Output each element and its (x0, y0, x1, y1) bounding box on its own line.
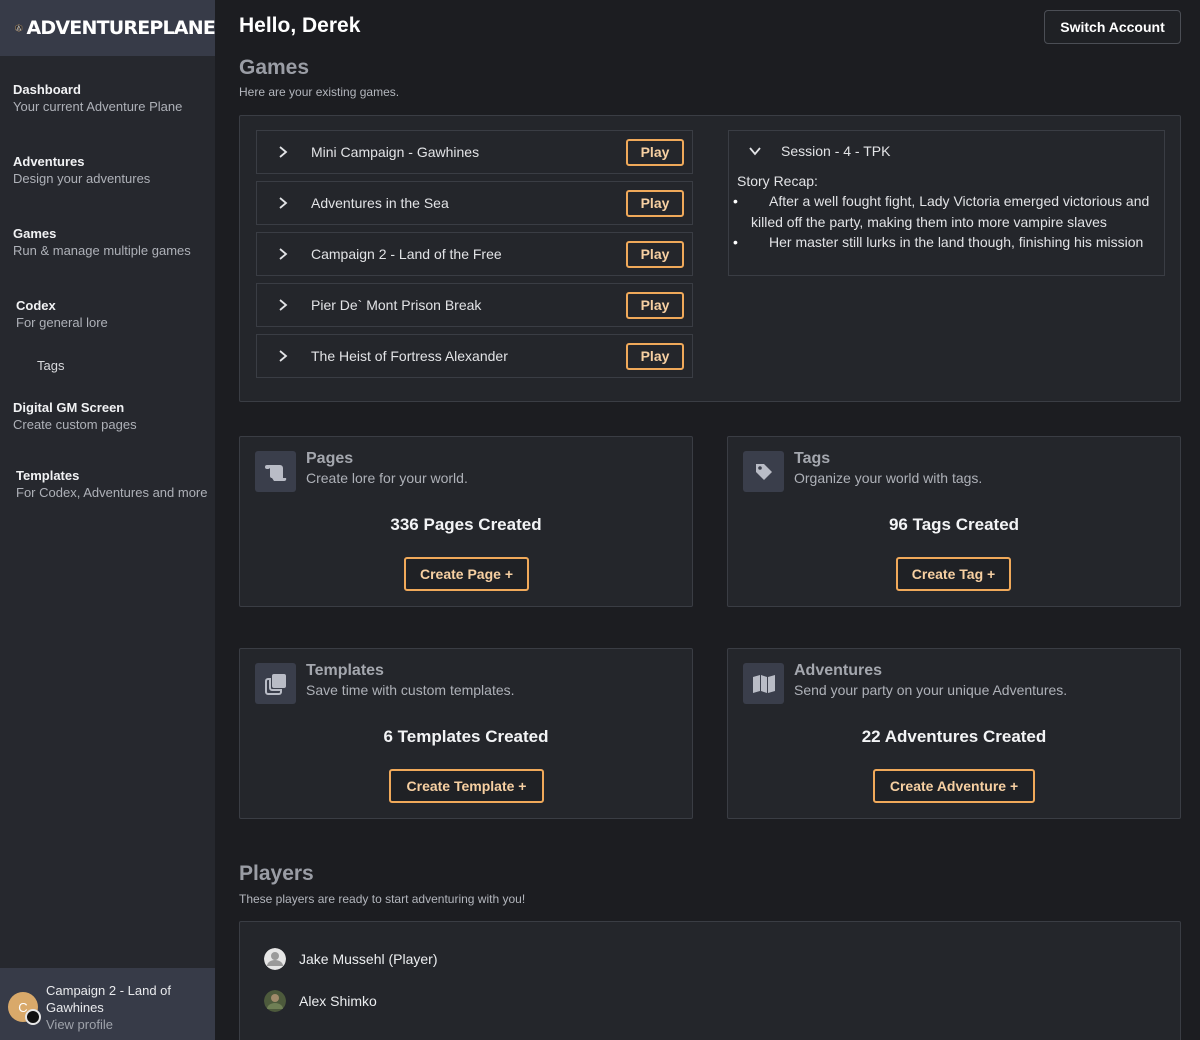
sidebar-item-subtitle: Run & manage multiple games (13, 243, 191, 258)
app-root: ADVENTUREPLANE Dashboard Your current Ad… (0, 0, 1200, 1040)
user-avatar-icon (264, 948, 286, 970)
player-item[interactable]: Jake Mussehl (Player) (264, 948, 438, 970)
player-item[interactable]: Alex Shimko (264, 990, 377, 1012)
sidebar-item-title: Adventures (13, 154, 85, 169)
avatar: C (8, 992, 41, 1025)
sidebar-item-dashboard[interactable]: Dashboard Your current Adventure Plane (13, 81, 209, 115)
card-subtitle: Send your party on your unique Adventure… (794, 682, 1068, 698)
player-name: Jake Mussehl (Player) (299, 951, 438, 967)
card-subtitle: Organize your world with tags. (794, 470, 983, 486)
scroll-icon (255, 451, 296, 492)
sidebar-item-subtitle: For general lore (16, 315, 108, 330)
tags-card: Tags Organize your world with tags. 96 T… (727, 436, 1181, 607)
session-title: Session - 4 - TPK (781, 143, 891, 159)
session-recap: Session - 4 - TPK Story Recap: After a w… (728, 130, 1165, 276)
create-tag-button[interactable]: Create Tag + (896, 557, 1011, 591)
map-icon (743, 663, 784, 704)
current-game-name: Campaign 2 - Land of Gawhines (46, 983, 172, 1015)
recap-label: Story Recap: (737, 173, 818, 189)
sidebar-item-title: Games (13, 226, 57, 241)
sidebar-item-tags[interactable]: Tags (37, 357, 209, 374)
brand-name: ADVENTUREPLANE (26, 17, 216, 39)
session-header[interactable]: Session - 4 - TPK (729, 131, 1164, 171)
status-badge-icon (25, 1009, 41, 1025)
card-count: 6 Templates Created (383, 727, 549, 746)
main-content: Hello, Derek Switch Account Games Here a… (215, 0, 1200, 1040)
sidebar-item-title: Tags (37, 358, 65, 373)
switch-account-button[interactable]: Switch Account (1044, 10, 1181, 44)
game-name: Mini Campaign - Gawhines (311, 144, 480, 160)
game-row[interactable]: Campaign 2 - Land of the Free Play (256, 232, 693, 276)
play-button[interactable]: Play (626, 240, 684, 268)
chevron-right-icon[interactable] (277, 197, 289, 209)
game-name: Adventures in the Sea (311, 195, 449, 211)
game-row[interactable]: Pier De` Mont Prison Break Play (256, 283, 693, 327)
chevron-right-icon[interactable] (277, 299, 289, 311)
sidebar-item-title: Codex (16, 298, 56, 313)
play-button[interactable]: Play (626, 291, 684, 319)
game-name: The Heist of Fortress Alexander (311, 348, 508, 364)
chevron-down-icon[interactable] (749, 145, 761, 157)
game-row[interactable]: The Heist of Fortress Alexander Play (256, 334, 693, 378)
card-title: Pages (306, 450, 354, 467)
brand-mark-icon (15, 24, 23, 32)
sidebar-item-subtitle: Create custom pages (13, 417, 137, 432)
sidebar-item-title: Dashboard (13, 82, 81, 97)
games-section-subtitle: Here are your existing games. (239, 85, 400, 99)
sidebar-item-title: Templates (16, 468, 80, 483)
sidebar-item-gm-screen[interactable]: Digital GM Screen Create custom pages (13, 399, 209, 433)
chevron-right-icon[interactable] (277, 248, 289, 260)
recap-bullet: After a well fought fight, Lady Victoria… (733, 191, 1164, 232)
game-name: Pier De` Mont Prison Break (311, 297, 482, 313)
players-section-subtitle: These players are ready to start adventu… (239, 892, 526, 906)
templates-card: Templates Save time with custom template… (239, 648, 693, 819)
play-button[interactable]: Play (626, 342, 684, 370)
play-button[interactable]: Play (626, 138, 684, 166)
chevron-right-icon[interactable] (277, 350, 289, 362)
play-button[interactable]: Play (626, 189, 684, 217)
create-adventure-button[interactable]: Create Adventure + (873, 769, 1035, 803)
create-page-button[interactable]: Create Page + (404, 557, 529, 591)
card-title: Tags (794, 450, 831, 467)
profile-footer-text: Campaign 2 - Land of Gawhines View profi… (46, 982, 207, 1033)
sidebar-item-subtitle: Your current Adventure Plane (13, 99, 183, 114)
sidebar-item-title: Digital GM Screen (13, 400, 125, 415)
card-count: 22 Adventures Created (861, 727, 1047, 746)
players-section-title: Players (239, 862, 314, 885)
chevron-right-icon[interactable] (277, 146, 289, 158)
sidebar-item-adventures[interactable]: Adventures Design your adventures (13, 153, 209, 187)
card-subtitle: Save time with custom templates. (306, 682, 515, 698)
copy-icon (255, 663, 296, 704)
player-name: Alex Shimko (299, 993, 377, 1009)
adventures-card: Adventures Send your party on your uniqu… (727, 648, 1181, 819)
recap-bullet: Her master still lurks in the land thoug… (733, 232, 1164, 253)
sidebar-item-subtitle: For Codex, Adventures and more (16, 485, 208, 500)
game-row[interactable]: Adventures in the Sea Play (256, 181, 693, 225)
pages-card: Pages Create lore for your world. 336 Pa… (239, 436, 693, 607)
card-title: Adventures (794, 662, 883, 679)
page-title: Hello, Derek (239, 14, 361, 37)
sidebar-item-subtitle: Design your adventures (13, 171, 151, 186)
user-avatar-icon (264, 990, 286, 1012)
players-panel: Jake Mussehl (Player) Alex Shimko (239, 921, 1181, 1040)
sidebar-item-templates[interactable]: Templates For Codex, Adventures and more (16, 467, 209, 501)
games-section-title: Games (239, 56, 310, 79)
card-subtitle: Create lore for your world. (306, 470, 468, 486)
game-row[interactable]: Mini Campaign - Gawhines Play (256, 130, 693, 174)
card-count: 96 Tags Created (888, 515, 1020, 534)
game-name: Campaign 2 - Land of the Free (311, 246, 502, 262)
sidebar: ADVENTUREPLANE Dashboard Your current Ad… (0, 0, 216, 1040)
recap-list: After a well fought fight, Lady Victoria… (729, 191, 1164, 253)
sidebar-item-games[interactable]: Games Run & manage multiple games (13, 225, 209, 259)
card-title: Templates (306, 662, 384, 679)
create-template-button[interactable]: Create Template + (389, 769, 544, 803)
profile-footer[interactable]: C Campaign 2 - Land of Gawhines View pro… (0, 968, 215, 1040)
tag-icon (743, 451, 784, 492)
brand-logo[interactable]: ADVENTUREPLANE (0, 0, 216, 56)
view-profile-link[interactable]: View profile (46, 1016, 207, 1033)
games-panel: Mini Campaign - Gawhines Play Adventures… (239, 115, 1181, 402)
card-count: 336 Pages Created (390, 515, 542, 534)
sidebar-item-codex[interactable]: Codex For general lore (16, 297, 209, 331)
